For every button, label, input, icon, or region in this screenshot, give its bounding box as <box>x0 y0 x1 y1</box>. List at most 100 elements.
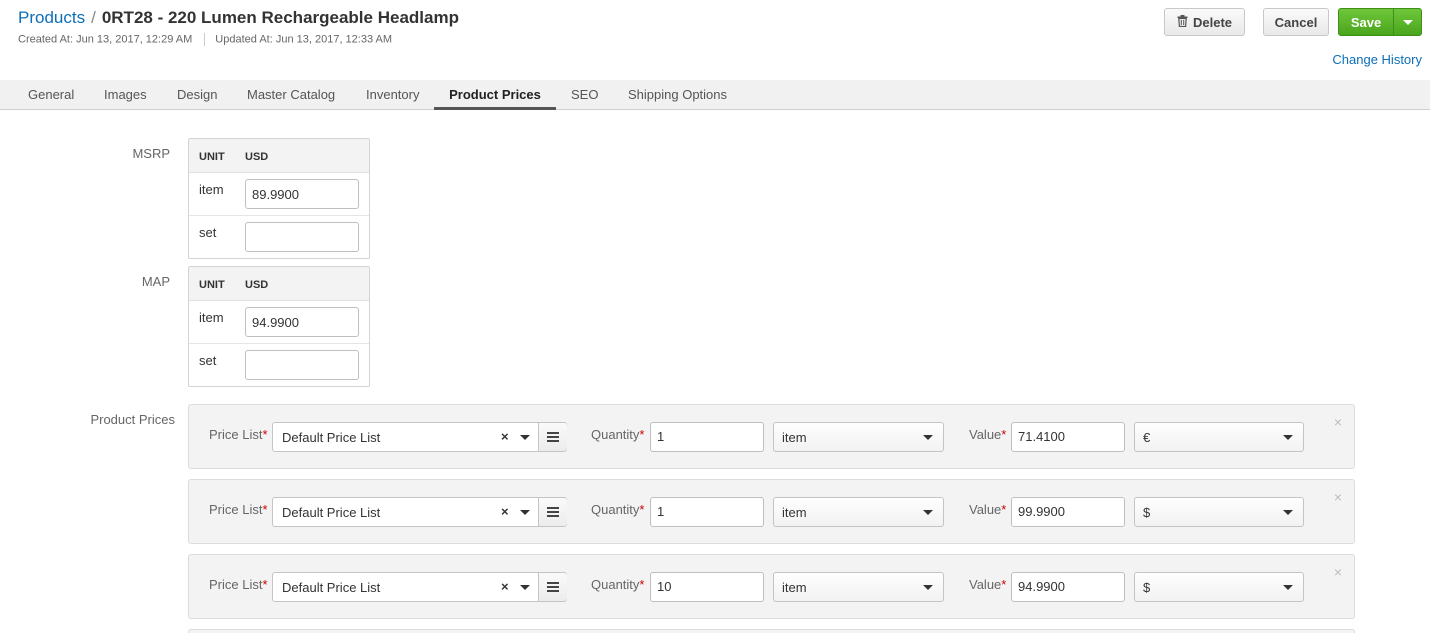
price-list-select[interactable]: Default Price List × <box>272 572 567 602</box>
unit-name: set <box>199 353 217 368</box>
unit-value: item <box>782 430 807 445</box>
price-list-value: Default Price List <box>282 580 381 595</box>
tab-master-catalog[interactable]: Master Catalog <box>232 80 350 110</box>
price-list-label: Price List* <box>209 577 268 592</box>
chevron-down-icon <box>923 585 933 590</box>
unit-name: item <box>199 182 224 197</box>
msrp-label: MSRP <box>132 146 170 161</box>
quantity-input[interactable]: 1 <box>650 497 764 527</box>
price-row: Price List* Default Price List × Quantit… <box>188 479 1355 544</box>
map-item-price-input[interactable] <box>245 307 359 337</box>
price-list-select[interactable]: Default Price List × <box>272 497 567 527</box>
remove-row-icon[interactable]: × <box>1334 489 1342 505</box>
price-row: Price List* Default Price List × Quantit… <box>188 404 1355 469</box>
price-list-menu-button[interactable] <box>538 423 567 451</box>
msrp-row-set: set <box>189 216 369 258</box>
page-header: Products / 0RT28 - 220 Lumen Rechargeable … <box>0 0 1430 80</box>
map-row-item: item <box>189 301 369 344</box>
currency-select[interactable]: $ <box>1134 497 1304 527</box>
breadcrumb: Products / 0RT28 - 220 Lumen Rechargeable … <box>18 8 459 28</box>
tab-product-prices[interactable]: Product Prices <box>434 80 556 110</box>
unit-name: item <box>199 310 224 325</box>
value-label: Value* <box>969 577 1007 592</box>
chevron-down-icon <box>1283 435 1293 440</box>
created-at: Created At: Jun 13, 2017, 12:29 AM <box>18 33 193 46</box>
quantity-input[interactable]: 10 <box>650 572 764 602</box>
unit-name: set <box>199 225 217 240</box>
price-list-label: Price List* <box>209 427 268 442</box>
delete-label: Delete <box>1192 14 1233 30</box>
unit-column-header: UNIT <box>199 279 225 291</box>
breadcrumb-products-link[interactable]: Products <box>18 8 85 27</box>
quantity-unit-select[interactable]: item <box>773 572 944 602</box>
price-list-menu-button[interactable] <box>538 498 567 526</box>
remove-row-icon[interactable]: × <box>1334 414 1342 430</box>
price-list-menu-button[interactable] <box>538 573 567 601</box>
value-label: Value* <box>969 502 1007 517</box>
map-table: UNIT USD item set <box>188 266 370 387</box>
currency-select[interactable]: € <box>1134 422 1304 452</box>
price-row-partial <box>188 629 1355 633</box>
page-title: 0RT28 - 220 Lumen Rechargeable Headlamp <box>101 8 459 27</box>
quantity-unit-select[interactable]: item <box>773 497 944 527</box>
price-row: Price List* Default Price List × Quantit… <box>188 554 1355 619</box>
product-prices-label: Product Prices <box>90 412 175 427</box>
msrp-set-price-input[interactable] <box>245 222 359 252</box>
currency-select[interactable]: $ <box>1134 572 1304 602</box>
value-label: Value* <box>969 427 1007 442</box>
unit-value: item <box>782 580 807 595</box>
tab-bar: General Images Design Master Catalog Inv… <box>0 80 1430 110</box>
chevron-down-icon <box>1283 510 1293 515</box>
price-list-label: Price List* <box>209 502 268 517</box>
currency-value: $ <box>1143 580 1151 595</box>
chevron-down-icon <box>1402 19 1413 25</box>
msrp-table: UNIT USD item set <box>188 138 370 259</box>
hamburger-icon <box>547 507 559 509</box>
cancel-button[interactable]: Cancel <box>1263 8 1329 36</box>
map-label: MAP <box>141 274 170 289</box>
tab-seo[interactable]: SEO <box>556 80 613 110</box>
price-value-input[interactable]: 94.9900 <box>1011 572 1125 602</box>
chevron-down-icon <box>923 435 933 440</box>
delete-button[interactable]: Delete <box>1164 8 1245 36</box>
chevron-down-icon <box>1283 585 1293 590</box>
quantity-input[interactable]: 1 <box>650 422 764 452</box>
price-list-value: Default Price List <box>282 430 381 445</box>
chevron-down-icon <box>923 510 933 515</box>
record-meta: Created At: Jun 13, 2017, 12:29 AM Update… <box>18 33 392 46</box>
trash-icon <box>1177 14 1188 30</box>
chevron-down-icon[interactable] <box>520 585 530 590</box>
quantity-label: Quantity* <box>591 502 645 517</box>
currency-value: $ <box>1143 505 1151 520</box>
unit-value: item <box>782 505 807 520</box>
price-value-input[interactable]: 71.4100 <box>1011 422 1125 452</box>
currency-column-header: USD <box>245 279 269 291</box>
save-button[interactable]: Save <box>1338 8 1394 36</box>
change-history-link[interactable]: Change History <box>1332 52 1422 67</box>
tab-general[interactable]: General <box>13 80 89 110</box>
clear-icon[interactable]: × <box>501 504 509 519</box>
price-list-select[interactable]: Default Price List × <box>272 422 567 452</box>
currency-value: € <box>1143 430 1151 445</box>
tab-inventory[interactable]: Inventory <box>351 80 434 110</box>
map-set-price-input[interactable] <box>245 350 359 380</box>
unit-column-header: UNIT <box>199 151 225 163</box>
hamburger-icon <box>547 432 559 434</box>
map-row-set: set <box>189 344 369 386</box>
msrp-item-price-input[interactable] <box>245 179 359 209</box>
tab-design[interactable]: Design <box>162 80 232 110</box>
chevron-down-icon[interactable] <box>520 435 530 440</box>
chevron-down-icon[interactable] <box>520 510 530 515</box>
save-options-button[interactable] <box>1393 8 1422 36</box>
msrp-table-header: UNIT USD <box>189 139 369 173</box>
remove-row-icon[interactable]: × <box>1334 564 1342 580</box>
msrp-row-item: item <box>189 173 369 216</box>
clear-icon[interactable]: × <box>501 579 509 594</box>
price-value-input[interactable]: 99.9900 <box>1011 497 1125 527</box>
quantity-unit-select[interactable]: item <box>773 422 944 452</box>
tab-shipping-options[interactable]: Shipping Options <box>613 80 742 110</box>
tab-images[interactable]: Images <box>89 80 162 110</box>
clear-icon[interactable]: × <box>501 429 509 444</box>
quantity-label: Quantity* <box>591 577 645 592</box>
hamburger-icon <box>547 582 559 584</box>
